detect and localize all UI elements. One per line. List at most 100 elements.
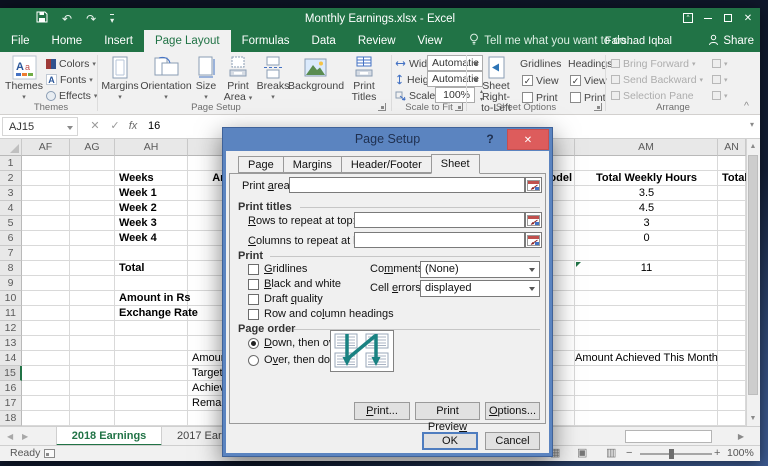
horizontal-scroll-thumb[interactable] xyxy=(625,430,712,443)
vertical-scroll-thumb[interactable] xyxy=(748,155,758,395)
column-header-AH[interactable]: AH xyxy=(115,139,188,156)
scale-to-fit-dialog-launcher-icon[interactable] xyxy=(455,103,463,111)
headings-view-checkbox[interactable]: ✓View xyxy=(570,73,607,88)
sheet-cell-AN2[interactable]: Total xyxy=(722,171,746,186)
collapse-ribbon-icon[interactable]: ^ xyxy=(744,98,749,113)
dialog-close-icon[interactable]: ✕ xyxy=(507,129,549,150)
send-backward-button[interactable]: Send Backward▾ xyxy=(611,72,703,87)
insert-function-icon[interactable]: fx xyxy=(124,117,142,136)
sheet-cell-AH8[interactable]: Total xyxy=(119,261,144,276)
sheet-cell-AM4[interactable]: 4.5 xyxy=(575,201,718,216)
sheet-cell-AM6[interactable]: 0 xyxy=(575,231,718,246)
share-button[interactable]: Share xyxy=(708,30,754,52)
row-header-1[interactable]: 1 xyxy=(0,156,22,171)
row-header-16[interactable]: 16 xyxy=(0,381,22,396)
tab-page-layout[interactable]: Page Layout xyxy=(144,30,231,52)
sheet-cell-AM5[interactable]: 3 xyxy=(575,216,718,231)
sheet-cell-AH11[interactable]: Exchange Rate xyxy=(119,306,198,321)
prev-sheet-icon[interactable]: ◀ xyxy=(7,427,13,446)
sheet-cell-AM8[interactable]: 11 xyxy=(575,261,718,276)
view-page-break-icon[interactable]: ▥ xyxy=(606,446,616,461)
row-header-7[interactable]: 7 xyxy=(0,246,22,261)
formula-cancel-icon[interactable]: ✕ xyxy=(86,117,104,136)
tab-data[interactable]: Data xyxy=(301,30,347,52)
scroll-down-icon[interactable]: ▼ xyxy=(747,411,759,426)
bring-forward-button[interactable]: Bring Forward▾ xyxy=(611,56,695,71)
group-objects-button[interactable]: ▾ xyxy=(712,72,728,87)
sheet-cell-AM3[interactable]: 3.5 xyxy=(575,186,718,201)
sheet-cell-AH4[interactable]: Week 2 xyxy=(119,201,157,216)
zoom-out-icon[interactable]: − xyxy=(626,446,632,461)
page-setup-dialog-launcher-icon[interactable] xyxy=(378,103,386,111)
view-page-layout-icon[interactable]: ▣ xyxy=(577,446,587,461)
column-header-AG[interactable]: AG xyxy=(70,139,115,156)
row-header-14[interactable]: 14 xyxy=(0,351,22,366)
name-box[interactable]: AJ15 xyxy=(2,117,78,136)
gridlines-view-checkbox[interactable]: ✓View xyxy=(522,73,559,88)
print-area-range-picker-icon[interactable] xyxy=(525,177,542,193)
sheet-cell-AH3[interactable]: Week 1 xyxy=(119,186,157,201)
sheet-cell-AH2[interactable]: Weeks xyxy=(119,171,154,186)
colors-button[interactable]: Colors▾ xyxy=(46,56,96,71)
tab-review[interactable]: Review xyxy=(347,30,407,52)
redo-icon[interactable]: ↷ xyxy=(86,8,96,30)
row-header-13[interactable]: 13 xyxy=(0,336,22,351)
row-header-10[interactable]: 10 xyxy=(0,291,22,306)
tab-insert[interactable]: Insert xyxy=(93,30,144,52)
draft-quality-checkbox[interactable]: Draft quality xyxy=(248,293,323,305)
print-area-input[interactable] xyxy=(289,177,525,193)
cols-repeat-input[interactable] xyxy=(354,232,525,248)
dialog-tab-margins[interactable]: Margins xyxy=(283,156,342,173)
sheet-tab-2018-earnings[interactable]: 2018 Earnings xyxy=(56,427,162,446)
row-header-4[interactable]: 4 xyxy=(0,201,22,216)
tab-formulas[interactable]: Formulas xyxy=(231,30,301,52)
black-and-white-checkbox[interactable]: Black and white xyxy=(248,278,341,290)
sheet-cell-AI15[interactable]: Target xyxy=(192,366,223,381)
row-header-9[interactable]: 9 xyxy=(0,276,22,291)
row-header-11[interactable]: 11 xyxy=(0,306,22,321)
tab-file[interactable]: File xyxy=(0,30,41,52)
sheet-options-dialog-launcher-icon[interactable] xyxy=(594,103,602,111)
row-column-headings-checkbox[interactable]: Row and column headings xyxy=(248,308,394,320)
row-header-6[interactable]: 6 xyxy=(0,231,22,246)
effects-button[interactable]: Effects▾ xyxy=(46,88,97,103)
zoom-slider-thumb[interactable] xyxy=(669,449,674,459)
formula-bar-expand-icon[interactable]: ▾ xyxy=(750,120,754,129)
save-icon[interactable] xyxy=(36,10,48,28)
tab-view[interactable]: View xyxy=(407,30,454,52)
close-icon[interactable]: ✕ xyxy=(738,8,758,30)
print-preview-button[interactable]: Print Preview xyxy=(415,402,480,420)
dialog-tab-header-footer[interactable]: Header/Footer xyxy=(341,156,432,173)
row-header-17[interactable]: 17 xyxy=(0,396,22,411)
minimize-icon[interactable] xyxy=(698,8,718,30)
ribbon-display-options-icon[interactable]: ^ xyxy=(678,8,698,30)
column-header-AM[interactable]: AM xyxy=(575,139,718,156)
sheet-cell-AM2[interactable]: Total Weekly Hours xyxy=(575,171,718,186)
undo-icon[interactable]: ↶ xyxy=(62,8,72,30)
selection-pane-button[interactable]: Selection Pane xyxy=(611,88,694,103)
row-header-3[interactable]: 3 xyxy=(0,186,22,201)
tab-home[interactable]: Home xyxy=(41,30,94,52)
formula-enter-icon[interactable]: ✓ xyxy=(106,117,124,136)
sheet-cell-AH5[interactable]: Week 3 xyxy=(119,216,157,231)
rows-repeat-range-picker-icon[interactable] xyxy=(525,212,542,228)
dialog-tab-page[interactable]: Page xyxy=(238,156,284,173)
options-button[interactable]: Options... xyxy=(485,402,540,420)
customize-qat-icon[interactable]: ▾ xyxy=(110,14,114,25)
zoom-in-icon[interactable]: + xyxy=(714,446,720,461)
align-button[interactable]: ▾ xyxy=(712,56,728,71)
cell-errors-dropdown[interactable]: displayed xyxy=(420,280,540,297)
row-header-5[interactable]: 5 xyxy=(0,216,22,231)
zoom-level[interactable]: 100% xyxy=(727,446,754,461)
gridlines-checkbox[interactable]: Gridlines xyxy=(248,263,307,275)
rotate-button[interactable]: ▾ xyxy=(712,88,728,103)
row-header-2[interactable]: 2 xyxy=(0,171,22,186)
dialog-tab-sheet[interactable]: Sheet xyxy=(431,154,480,174)
macro-record-icon[interactable] xyxy=(44,449,55,458)
comments-dropdown[interactable]: (None) xyxy=(420,261,540,278)
row-header-12[interactable]: 12 xyxy=(0,321,22,336)
row-header-15[interactable]: 15 xyxy=(0,366,22,381)
rows-repeat-input[interactable] xyxy=(354,212,525,228)
column-header-AN[interactable]: AN xyxy=(718,139,746,156)
cols-repeat-range-picker-icon[interactable] xyxy=(525,232,542,248)
